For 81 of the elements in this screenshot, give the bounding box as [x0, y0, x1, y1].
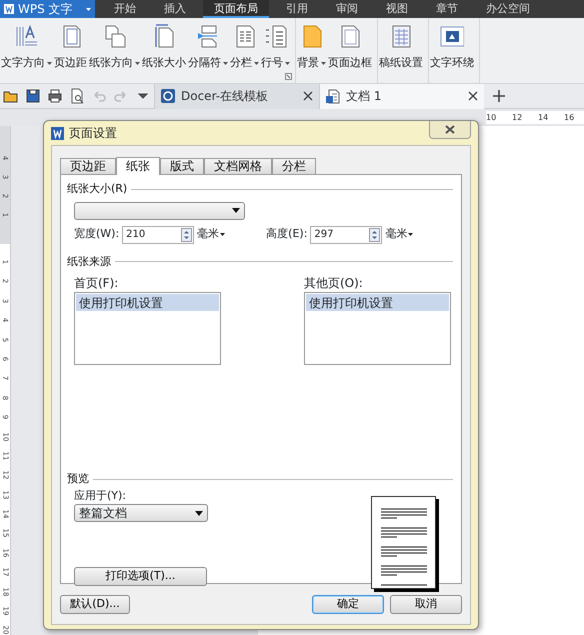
- field-label: 高度(E):: [266, 226, 308, 242]
- tab-title: 文档 1: [346, 88, 382, 105]
- cancel-button[interactable]: 取消: [390, 595, 462, 614]
- dialog-tab[interactable]: 分栏: [272, 158, 316, 174]
- unit-dropdown[interactable]: 毫米: [197, 226, 226, 243]
- spinner-icon[interactable]: [369, 228, 380, 242]
- menu-tab[interactable]: 页面布局: [203, 0, 269, 18]
- ribbon-button[interactable]: 稿纸设置: [378, 18, 424, 83]
- ribbon-button[interactable]: 分栏: [229, 18, 260, 83]
- tab-title: Docer-在线模板: [181, 88, 268, 105]
- paper-tray-list[interactable]: 使用打印机设置: [304, 292, 451, 365]
- close-icon: [445, 125, 455, 134]
- field-label: 应用于(Y):: [74, 488, 128, 504]
- ribbon-button[interactable]: 文字环绕: [429, 18, 475, 83]
- dialog-tab[interactable]: 版式: [160, 158, 204, 174]
- print-preview-icon[interactable]: [69, 88, 85, 104]
- dropdown-arrow-icon: [232, 208, 240, 213]
- caret-icon: [220, 233, 226, 236]
- dialog-tab[interactable]: 页边距: [60, 158, 116, 174]
- spinner-icon[interactable]: [181, 228, 192, 242]
- ribbon-button[interactable]: 页边距: [53, 18, 88, 83]
- dialog-launcher-icon[interactable]: [285, 73, 292, 80]
- list-item[interactable]: 使用打印机设置: [76, 294, 219, 311]
- close-icon[interactable]: [468, 91, 478, 101]
- add-tab-icon[interactable]: [492, 89, 506, 103]
- paper-size-dropdown[interactable]: [74, 202, 245, 220]
- list-item[interactable]: 使用打印机设置: [306, 294, 449, 311]
- menu-tab[interactable]: 引用: [275, 0, 319, 18]
- app-menu-button[interactable]: WPS 文字: [0, 0, 95, 18]
- list-label: 其他页(O):: [304, 275, 364, 292]
- apply-to-dropdown[interactable]: 整篇文档: [74, 504, 208, 522]
- ruler-number: 14: [538, 112, 550, 124]
- text-direction-icon: [14, 24, 38, 48]
- dialog-tab[interactable]: 文档网格: [204, 158, 272, 174]
- app-logo-icon: [4, 4, 14, 14]
- list-label: 首页(F):: [74, 275, 120, 292]
- field-label: 宽度(W):: [74, 226, 120, 242]
- menu-tab[interactable]: 插入: [153, 0, 197, 18]
- unit-dropdown[interactable]: 毫米: [385, 226, 414, 243]
- dialog-tab[interactable]: 纸张: [116, 157, 160, 175]
- ruler-number: 10: [486, 112, 498, 124]
- ribbon-button[interactable]: 纸张大小: [141, 18, 187, 83]
- close-icon[interactable]: [303, 91, 313, 101]
- print-options-button[interactable]: 打印选项(T)...: [74, 567, 207, 586]
- pages-icon: [102, 24, 126, 48]
- ribbon-button[interactable]: 分隔符: [187, 18, 229, 83]
- number-field[interactable]: 297: [310, 226, 382, 244]
- menu-tab[interactable]: 办公空间: [475, 0, 541, 18]
- ribbon-button[interactable]: 页面边框: [327, 18, 373, 83]
- document-icon: [326, 88, 340, 104]
- caret-icon: [86, 8, 91, 10]
- menu-tab[interactable]: 章节: [425, 0, 469, 18]
- ribbon-button[interactable]: 纸张方向: [88, 18, 141, 83]
- ruler-number: 16: [564, 112, 576, 124]
- paper-tray-list[interactable]: 使用打印机设置: [74, 292, 221, 365]
- docer-logo-icon: [161, 89, 175, 103]
- ruler-number: 12: [512, 112, 524, 124]
- group-heading: 纸张大小(R): [67, 181, 128, 197]
- dialog-title: 页面设置: [69, 125, 117, 142]
- app-logo-icon: [51, 126, 64, 140]
- group-heading: 纸张来源: [67, 254, 111, 270]
- print-icon[interactable]: [47, 88, 63, 104]
- ribbon-button[interactable]: 背景: [296, 18, 327, 83]
- menu-tab[interactable]: 开始: [103, 0, 147, 18]
- dropdown-arrow-icon: [195, 510, 203, 516]
- number-field[interactable]: 210: [122, 226, 194, 244]
- page-break-icon: [196, 24, 220, 48]
- group-heading: 预览: [67, 471, 89, 487]
- ribbon-button[interactable]: 行号: [260, 18, 291, 83]
- menu-tab[interactable]: 视图: [375, 0, 419, 18]
- image-wrap-icon: [440, 24, 464, 48]
- default-button[interactable]: 默认(D)...: [60, 595, 130, 614]
- ok-button[interactable]: 确定: [312, 595, 384, 614]
- document-tab[interactable]: Docer-在线模板: [154, 84, 319, 108]
- save-icon[interactable]: [25, 88, 41, 104]
- document-tab[interactable]: 文档 1: [319, 84, 484, 108]
- caret-icon: [408, 233, 414, 236]
- line-numbers-icon: [264, 24, 288, 48]
- ribbon-button[interactable]: 文字方向: [0, 18, 53, 83]
- close-button[interactable]: [429, 121, 471, 139]
- menu-tab[interactable]: 审阅: [325, 0, 369, 18]
